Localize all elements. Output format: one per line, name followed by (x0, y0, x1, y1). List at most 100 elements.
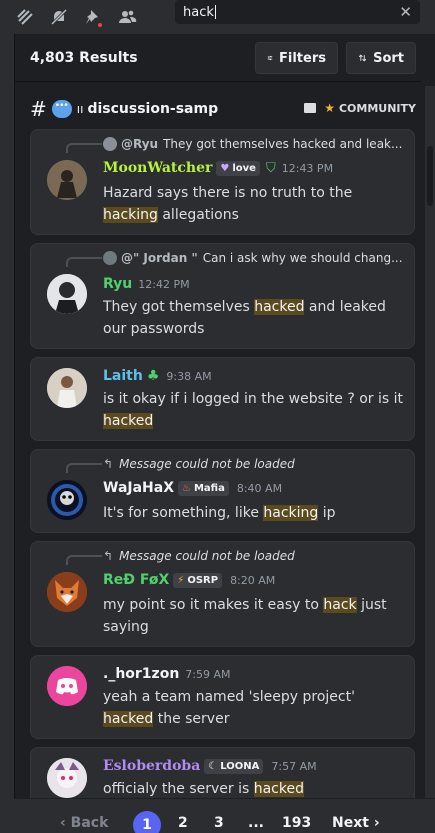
author-name[interactable]: Ryu (103, 276, 132, 292)
avatar[interactable] (47, 758, 87, 798)
author-name[interactable]: ReÐ FøX (103, 572, 169, 588)
timestamp: 7:59 AM (185, 667, 231, 681)
message-body: officialy the server is hacked (103, 781, 304, 797)
pin-icon[interactable] (76, 5, 110, 29)
reply-spine (66, 555, 102, 565)
message-header: WaJaHaX ♨ Mafia 8:40 AM (103, 480, 282, 496)
page-button-2[interactable]: 2 (178, 815, 188, 831)
reply-spine (66, 143, 102, 153)
search-result-message[interactable]: ._hor1zon 7:59 AM yeah a team named 'sle… (30, 655, 415, 739)
muted-bell-icon[interactable] (42, 5, 76, 29)
tag-label: Mafia (193, 482, 225, 494)
channel-name: discussion-samp (87, 101, 219, 117)
search-input[interactable]: hack ✕ (175, 0, 420, 24)
reply-author: @" Jordan " (121, 251, 198, 265)
message-body: my point so it makes it easy to hack jus… (103, 597, 387, 635)
search-highlight: hacked (103, 711, 154, 727)
results-count: 4,803 Results (30, 49, 138, 66)
avatar[interactable] (47, 274, 87, 314)
reply-preview[interactable]: @Ryu They got themselves hacked and leak… (103, 137, 403, 151)
avatar[interactable] (47, 572, 87, 612)
channel-group-header[interactable]: # ıı discussion-samp ★ COMMUNITY (30, 96, 420, 122)
chevron-left-icon: ‹ (60, 815, 66, 831)
role-tag: ♥ love (216, 160, 260, 176)
reply-arrow-icon: ↰ (103, 457, 114, 471)
scroll-thumb[interactable] (427, 146, 433, 206)
next-button[interactable]: Next › (332, 815, 380, 831)
search-highlight: hacking (103, 207, 158, 223)
page-button-3[interactable]: 3 (214, 815, 224, 831)
chevron-right-icon: › (373, 815, 380, 831)
reply-text: Can i ask why we should chang... (202, 251, 403, 265)
hash-icon: # (30, 97, 47, 121)
reply-text: They got themselves hacked and leak... (163, 137, 403, 151)
page-button-193[interactable]: 193 (282, 815, 311, 831)
sort-icon (358, 54, 367, 62)
search-query: hack (183, 4, 216, 20)
reply-avatar (103, 251, 117, 265)
shield-icon: ⛉ (265, 160, 276, 176)
message-header: Laith ♣ 9:38 AM (103, 368, 212, 384)
role-tag: ⚡ OSRP (173, 572, 223, 588)
author-name[interactable]: Esloberdoba (103, 758, 200, 774)
tag-label: OSRP (187, 574, 219, 586)
author-name[interactable]: ._hor1zon (103, 666, 179, 682)
results-scrollbar[interactable] (425, 86, 435, 826)
message-body: is it okay if i logged in the website ? … (103, 391, 403, 429)
lightning-icon: ⚡ (177, 574, 185, 586)
avatar[interactable] (47, 160, 87, 200)
role-tag: ☾ LOONA (204, 758, 264, 774)
search-result-message[interactable]: @Ryu They got themselves hacked and leak… (30, 129, 415, 235)
sort-label: Sort (373, 50, 404, 66)
filters-icon (267, 55, 273, 61)
search-result-message[interactable]: ↰ Message could not be loaded WaJaHaX ♨ M… (30, 449, 415, 533)
search-highlight: hacked (103, 413, 154, 429)
search-highlight: hacked (254, 299, 305, 315)
filters-label: Filters (279, 50, 326, 66)
search-highlight: hack (323, 597, 357, 613)
avatar[interactable] (47, 368, 87, 408)
reply-spine (66, 257, 102, 267)
role-tag: ♨ Mafia (178, 480, 229, 496)
message-header: Esloberdoba ☾ LOONA 7:57 AM (103, 758, 317, 774)
back-button[interactable]: ‹ Back (60, 815, 108, 831)
avatar[interactable] (47, 480, 87, 520)
message-body: yeah a team named 'sleepy project' hacke… (103, 689, 355, 727)
search-result-message[interactable]: ↰ Message could not be loaded ReÐ FøX ⚡ O… (30, 541, 415, 647)
search-result-message[interactable]: Laith ♣ 9:38 AM is it okay if i logged i… (30, 357, 415, 441)
members-icon[interactable] (110, 5, 144, 29)
timestamp: 12:43 PM (281, 161, 334, 175)
reply-preview[interactable]: @" Jordan " Can i ask why we should chan… (103, 251, 403, 265)
close-icon[interactable]: ✕ (399, 3, 412, 21)
reply-author: @Ryu (121, 137, 159, 151)
heart-icon: ♥ (220, 162, 230, 174)
author-name[interactable]: MoonWatcher (103, 160, 212, 176)
filters-button[interactable]: Filters (255, 42, 338, 74)
page-button-1[interactable]: 1 (133, 811, 161, 833)
reply-preview: ↰ Message could not be loaded (103, 549, 403, 563)
search-highlight: hacking (263, 505, 319, 521)
message-header: ReÐ FøX ⚡ OSRP 8:20 AM (103, 572, 275, 588)
author-name[interactable]: WaJaHaX (103, 480, 174, 496)
unread-dot (96, 21, 104, 29)
sort-button[interactable]: Sort (346, 42, 416, 74)
timestamp: 8:40 AM (236, 481, 283, 495)
timestamp: 7:57 AM (271, 759, 317, 773)
speech-bubble-icon (51, 100, 72, 118)
message-header: MoonWatcher ♥ love ⛉ 12:43 PM (103, 160, 333, 176)
reply-spine (66, 463, 102, 473)
tag-label: LOONA (220, 760, 260, 772)
message-header: ._hor1zon 7:59 AM (103, 666, 231, 682)
fire-icon: ♨ (182, 482, 191, 494)
reply-arrow-icon: ↰ (103, 549, 114, 563)
results-header: 4,803 Results Filters Sort (15, 34, 421, 82)
search-result-message[interactable]: @" Jordan " Can i ask why we should chan… (30, 243, 415, 349)
page-ellipsis: ... (248, 815, 264, 831)
divider-glyph: ıı (76, 102, 84, 116)
clover-icon: ♣ (146, 368, 160, 384)
author-name[interactable]: Laith (103, 368, 143, 384)
threads-icon[interactable] (8, 5, 42, 29)
avatar[interactable] (47, 666, 87, 706)
reply-text: Message could not be loaded (119, 457, 295, 471)
timestamp: 12:42 PM (138, 277, 190, 291)
